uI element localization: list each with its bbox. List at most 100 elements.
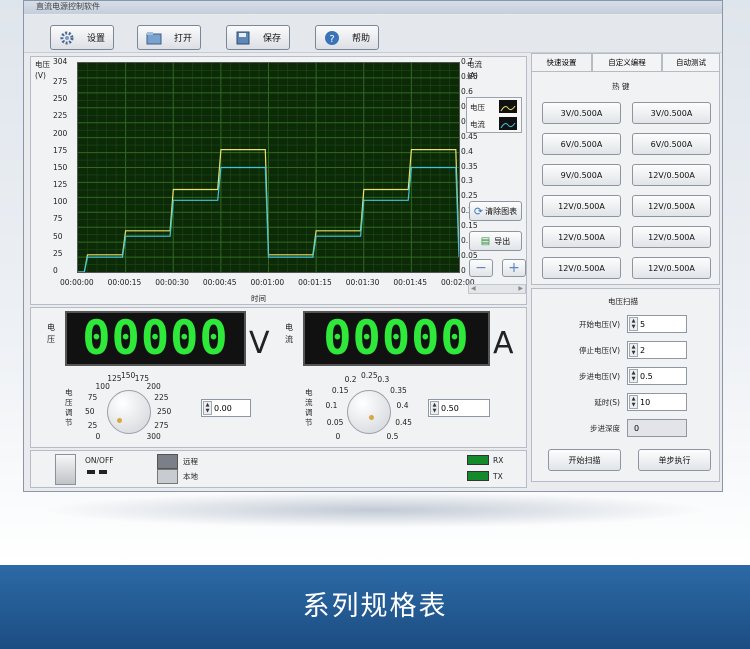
hotkey-button[interactable]: 12V/0.500A <box>542 257 621 279</box>
tx-label: TX <box>493 472 503 481</box>
voltage-input-value: 0.00 <box>214 403 232 413</box>
left-tick: 25 <box>53 248 63 258</box>
folder-icon <box>146 31 162 44</box>
window-shadow <box>40 492 710 528</box>
hotkey-label: 6V/0.500A <box>650 139 693 149</box>
hotkey-label: 12V/0.500A <box>648 170 695 180</box>
plot-area[interactable] <box>77 62 460 273</box>
voltage-knob-label: 电 压 调 节 <box>65 388 73 427</box>
voltage-spinner[interactable]: ▲ ▼ <box>203 401 212 415</box>
refresh-icon: ⟳ <box>473 204 484 218</box>
left-tick: 100 <box>53 197 68 207</box>
tab-custom-program[interactable]: 自定义编程 <box>592 53 662 71</box>
right-tick: 0.6 <box>461 86 473 96</box>
scan-title: 电压扫描 <box>608 297 638 306</box>
knob-tick: 0 <box>95 432 101 442</box>
settings-button[interactable]: 设置 <box>50 25 114 50</box>
zoom-in-button[interactable]: + <box>502 259 526 277</box>
scan-field-input[interactable]: ▲ ▼ 0.5 <box>627 367 687 385</box>
knob-tick: 50 <box>85 407 95 416</box>
settings-label: 设置 <box>86 34 105 44</box>
gear-icon <box>60 31 74 44</box>
export-label: 导出 <box>494 236 511 246</box>
hotkey-button[interactable]: 12V/0.500A <box>542 195 621 217</box>
export-button[interactable]: ▤ 导出 <box>469 231 522 251</box>
rx-led <box>467 455 489 465</box>
app-window: 直流电源控制软件 设置 打开 保存 ? 帮助 电压 (V) 电流 (A) 304… <box>23 0 723 492</box>
hotkey-button[interactable]: 3V/0.500A <box>542 102 621 124</box>
right-tick: 0.15 <box>461 221 478 231</box>
hotkey-button[interactable]: 12V/0.500A <box>632 257 711 279</box>
zoom-out-button[interactable]: − <box>469 259 493 277</box>
voltage-input[interactable]: ▲ ▼ 0.00 <box>201 399 251 417</box>
hotkey-label: 3V/0.500A <box>560 108 603 118</box>
status-panel: ON/OFF 远程 本地 RX TX <box>30 450 527 488</box>
left-tick: 304 <box>53 57 68 66</box>
hotkey-button[interactable]: 12V/0.500A <box>632 164 711 186</box>
onoff-label: ON/OFF <box>85 456 114 465</box>
open-button[interactable]: 打开 <box>137 25 201 50</box>
remote-label: 远程 <box>183 457 198 466</box>
hotkey-button[interactable]: 12V/0.500A <box>632 195 711 217</box>
scan-field-spinner[interactable]: ▲ ▼ <box>629 395 638 409</box>
tab-auto-test[interactable]: 自动测试 <box>662 53 720 71</box>
tab-auto-test-label: 自动测试 <box>676 58 706 67</box>
hotkey-button[interactable]: 6V/0.500A <box>542 133 621 155</box>
remote-indicator <box>157 454 178 469</box>
x-tick: 00:01:15 <box>298 278 332 287</box>
scan-field-spinner[interactable]: ▲ ▼ <box>629 343 638 357</box>
single-step-button[interactable]: 单步执行 <box>638 449 711 471</box>
save-button[interactable]: 保存 <box>226 25 290 50</box>
legend-voltage: 电压 <box>470 103 485 112</box>
knob-tick: 0.15 <box>331 385 349 395</box>
help-button[interactable]: ? 帮助 <box>315 25 379 50</box>
current-display: 00000 <box>303 311 490 366</box>
x-tick: 00:00:30 <box>155 278 189 287</box>
toolbar: 设置 打开 保存 ? 帮助 <box>24 15 722 53</box>
clear-chart-button[interactable]: ⟳ 清除图表 <box>469 201 522 221</box>
hotkey-label: 12V/0.500A <box>558 232 605 242</box>
scan-field-spinner[interactable]: ▲ ▼ <box>629 369 638 383</box>
scan-field-label: 步进电压(V) <box>579 372 620 381</box>
left-tick: 0 <box>53 266 58 275</box>
knob-tick: 0.35 <box>390 385 407 395</box>
legend-current-swatch <box>499 117 517 130</box>
save-label: 保存 <box>262 34 281 44</box>
knob-tick: 275 <box>154 420 169 430</box>
rx-label: RX <box>493 456 504 465</box>
knob-tick: 300 <box>146 432 161 442</box>
knob-tick: 225 <box>154 393 169 403</box>
x-axis-label: 时间 <box>251 294 266 303</box>
hotkey-button[interactable]: 12V/0.500A <box>632 226 711 248</box>
scan-field-input[interactable]: ▲ ▼ 10 <box>627 393 687 411</box>
scan-field-input[interactable]: ▲ ▼ 2 <box>627 341 687 359</box>
right-tick: 0.3 <box>461 176 473 186</box>
local-label: 本地 <box>183 472 198 481</box>
help-icon: ? <box>324 30 339 45</box>
voltage-display-label: 电 压 <box>47 323 55 344</box>
hotkey-button[interactable]: 12V/0.500A <box>542 226 621 248</box>
scan-field-spinner[interactable]: ▲ ▼ <box>629 317 638 331</box>
current-input[interactable]: ▲ ▼ 0.50 <box>428 399 490 417</box>
start-scan-button[interactable]: 开始扫描 <box>548 449 621 471</box>
tab-quick-settings[interactable]: 快速设置 <box>531 53 592 71</box>
hotkey-button[interactable]: 6V/0.500A <box>632 133 711 155</box>
hotkey-button[interactable]: 3V/0.500A <box>632 102 711 124</box>
left-tick: 275 <box>53 76 68 86</box>
power-switch[interactable] <box>55 454 76 485</box>
scan-field-label: 开始电压(V) <box>579 320 620 329</box>
current-spinner[interactable]: ▲ ▼ <box>430 401 439 415</box>
left-tick: 150 <box>53 162 68 172</box>
hotkey-button[interactable]: 9V/0.500A <box>542 164 621 186</box>
onoff-indicator-right <box>99 470 107 474</box>
scan-field-input[interactable]: ▲ ▼ 5 <box>627 315 687 333</box>
banner-title: 系列规格表 <box>302 591 448 622</box>
voltage-knob-marker <box>117 418 122 423</box>
knob-tick: 0.5 <box>386 432 399 442</box>
voltage-knob[interactable] <box>107 390 151 434</box>
chart-scrollbar[interactable]: ◀ ▶ <box>468 284 526 294</box>
scan-field-label: 延时(S) <box>594 398 620 407</box>
current-knob[interactable] <box>347 390 391 434</box>
scan-field-label: 停止电压(V) <box>579 346 620 355</box>
knob-tick: 0.1 <box>325 401 338 411</box>
